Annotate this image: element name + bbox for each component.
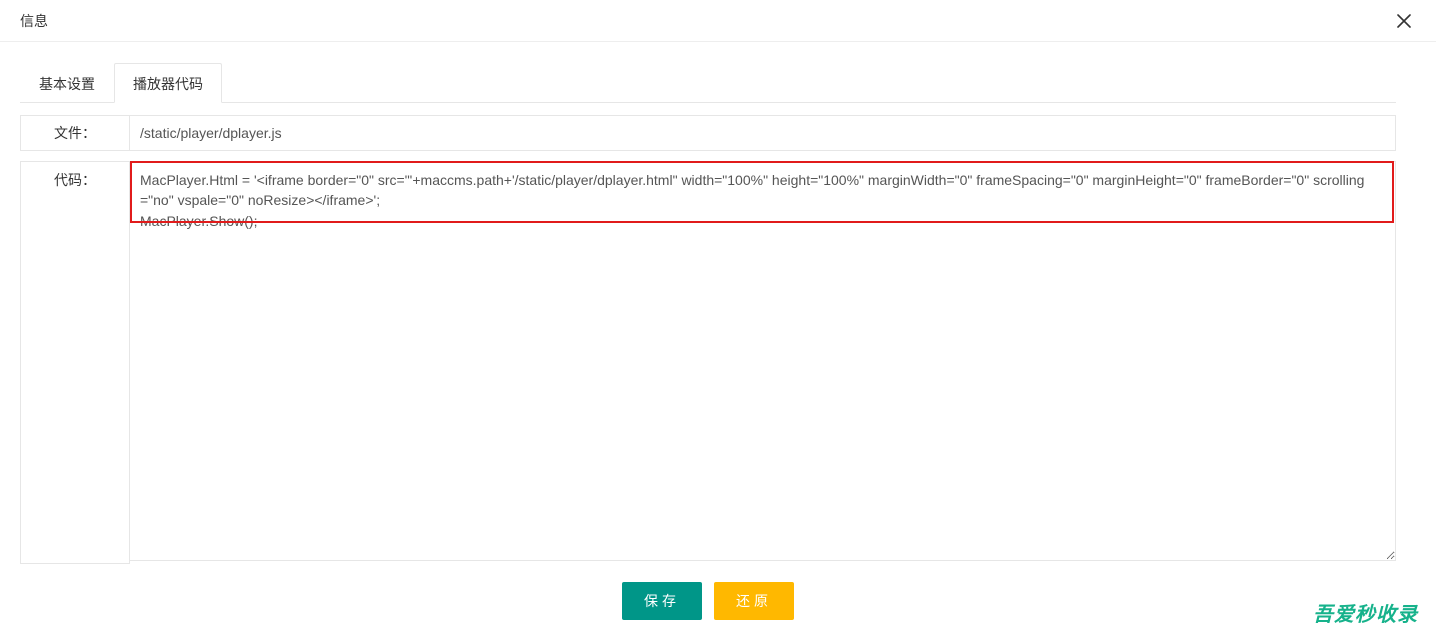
button-row: 保存 还原 xyxy=(20,582,1396,620)
file-input[interactable] xyxy=(130,115,1396,151)
label-code: 代码： xyxy=(20,161,130,564)
tab-player-code[interactable]: 播放器代码 xyxy=(114,63,222,103)
modal-header: 信息 xyxy=(0,0,1436,42)
row-code: 代码： xyxy=(20,161,1396,564)
content-scroll[interactable]: 基本设置 播放器代码 文件： 代码： 保存 还原 xyxy=(0,42,1436,631)
close-icon[interactable] xyxy=(1392,9,1416,33)
label-file: 文件： xyxy=(20,115,130,151)
save-button[interactable]: 保存 xyxy=(622,582,702,620)
code-textarea[interactable] xyxy=(130,161,1396,561)
reset-button[interactable]: 还原 xyxy=(714,582,794,620)
content-inner: 基本设置 播放器代码 文件： 代码： 保存 还原 xyxy=(0,42,1436,631)
row-file: 文件： xyxy=(20,115,1396,151)
tabs: 基本设置 播放器代码 xyxy=(20,62,1396,103)
modal-title: 信息 xyxy=(20,11,48,31)
tab-basic-settings[interactable]: 基本设置 xyxy=(20,63,114,103)
